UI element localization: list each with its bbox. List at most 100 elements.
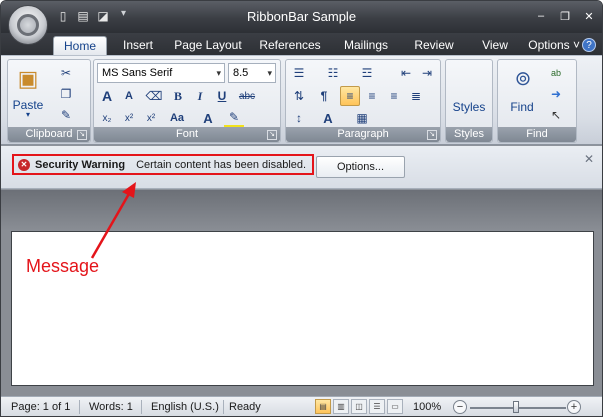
grow-font-button[interactable]: A: [97, 86, 117, 106]
window-title: RibbonBar Sample: [246, 9, 357, 24]
status-state: Ready: [229, 401, 261, 413]
options-menu-label: Options: [528, 38, 570, 52]
paragraph-group-label: Paragraph: [286, 127, 440, 142]
draft-icon[interactable]: ▭: [387, 399, 403, 414]
minimize-button[interactable]: –: [534, 9, 548, 23]
justify-icon[interactable]: ≣: [406, 86, 426, 106]
superscript-button[interactable]: x²: [119, 108, 139, 128]
align-right-icon[interactable]: ≡: [384, 86, 404, 106]
zoom-in-button[interactable]: +: [567, 400, 581, 414]
chevron-down-icon: ▾: [216, 68, 221, 78]
status-language[interactable]: English (U.S.): [151, 401, 219, 413]
font-group: MS Sans Serif ▾ 8.5 ▾ A A ⌫ B I U abc x₂…: [93, 59, 281, 143]
tab-home[interactable]: Home: [53, 36, 107, 55]
subscript-button[interactable]: x₂: [97, 108, 117, 128]
dialog-launcher-icon[interactable]: ↘: [77, 130, 87, 140]
zoom-level[interactable]: 100%: [413, 401, 441, 413]
replace-icon[interactable]: ab: [546, 63, 566, 83]
status-bar: Page: 1 of 1 Words: 1 English (U.S.) Rea…: [1, 396, 602, 416]
full-screen-reading-icon[interactable]: ▥: [333, 399, 349, 414]
tab-view[interactable]: View: [475, 36, 515, 55]
styles-button[interactable]: Styles: [446, 100, 492, 114]
clipboard-group: ▣ Paste ▾ ✂ ❐ ✎ Clipboard ↘: [7, 59, 91, 143]
app-orb-icon: [17, 14, 39, 36]
font-group-label: Font: [94, 127, 280, 142]
shrink-font-button[interactable]: A: [119, 86, 139, 106]
app-window: ▯ ▤ ◪ ▾ RibbonBar Sample – ❐ ✕ Home Inse…: [0, 0, 603, 417]
cut-icon[interactable]: ✂: [56, 63, 76, 83]
security-warning-highlight: ✕ Security Warning Certain content has b…: [12, 154, 314, 175]
status-words[interactable]: Words: 1: [89, 401, 133, 413]
chevron-down-icon: ▾: [267, 68, 272, 78]
view-buttons: ▤ ▥ ◫ ☰ ▭: [315, 399, 403, 414]
bullets-icon[interactable]: ☰: [289, 63, 309, 83]
strikethrough-button[interactable]: abc: [234, 86, 260, 106]
dialog-launcher-icon[interactable]: ↘: [427, 130, 437, 140]
tab-review[interactable]: Review: [409, 36, 459, 55]
zoom-slider-thumb[interactable]: [513, 401, 519, 413]
sort-icon[interactable]: ⇅: [289, 86, 309, 106]
clear-formatting-icon[interactable]: ⌫: [144, 86, 164, 106]
select-cursor-icon[interactable]: ↖: [546, 105, 566, 125]
binoculars-icon[interactable]: ⊚: [508, 64, 538, 92]
status-divider: [223, 400, 224, 414]
tab-insert[interactable]: Insert: [115, 36, 161, 55]
font-size-combo[interactable]: 8.5 ▾: [228, 63, 276, 83]
find-group: ⊚ Find ab ➜ ↖ Find: [497, 59, 577, 143]
superscript-alt-button[interactable]: x²: [141, 108, 161, 128]
tab-mailings[interactable]: Mailings: [337, 36, 395, 55]
align-center-icon[interactable]: ≡: [362, 86, 382, 106]
find-button[interactable]: Find: [502, 100, 542, 114]
highlight-icon[interactable]: ✎: [224, 108, 244, 128]
multilevel-list-icon[interactable]: ☲: [357, 63, 377, 83]
status-divider: [141, 400, 142, 414]
chevron-down-icon: ˅: [572, 38, 580, 52]
document-page[interactable]: [11, 231, 594, 386]
bold-button[interactable]: B: [168, 86, 188, 106]
application-menu-button[interactable]: [8, 5, 48, 45]
shield-warning-icon: ✕: [18, 158, 30, 171]
dialog-launcher-icon[interactable]: ↘: [267, 130, 277, 140]
styles-group: Styles Styles: [445, 59, 493, 143]
font-name-combo[interactable]: MS Sans Serif ▾: [97, 63, 225, 83]
zoom-out-button[interactable]: −: [453, 400, 467, 414]
paste-dropdown-icon[interactable]: ▾: [10, 110, 46, 119]
restore-button[interactable]: ❐: [558, 9, 572, 23]
security-warning-message: Certain content has been disabled.: [136, 158, 307, 171]
status-page[interactable]: Page: 1 of 1: [11, 401, 70, 413]
font-name-value: MS Sans Serif: [102, 67, 173, 79]
copy-icon[interactable]: ❐: [56, 84, 76, 104]
shading-button[interactable]: A: [318, 108, 338, 128]
help-icon[interactable]: ?: [582, 38, 596, 52]
borders-icon[interactable]: ▦: [352, 108, 372, 128]
message-bar: ✕ Security Warning Certain content has b…: [1, 146, 602, 189]
ribbon-tab-row: Home Insert Page Layout References Maili…: [1, 33, 602, 55]
text-effects-button[interactable]: A: [198, 108, 218, 128]
underline-button[interactable]: U: [212, 86, 232, 106]
close-button[interactable]: ✕: [582, 9, 596, 23]
numbering-icon[interactable]: ☷: [323, 63, 343, 83]
find-group-label: Find: [498, 127, 576, 142]
line-spacing-icon[interactable]: ↕: [289, 108, 309, 128]
go-to-icon[interactable]: ➜: [546, 84, 566, 104]
window-controls: – ❐ ✕: [534, 9, 596, 23]
outline-icon[interactable]: ☰: [369, 399, 385, 414]
annotation-label: Message: [26, 256, 100, 276]
decrease-indent-icon[interactable]: ⇤: [396, 63, 416, 83]
increase-indent-icon[interactable]: ⇥: [417, 63, 437, 83]
align-left-icon[interactable]: ≡: [340, 86, 360, 106]
format-painter-icon[interactable]: ✎: [56, 105, 76, 125]
styles-group-label: Styles: [446, 127, 492, 142]
tab-references[interactable]: References: [255, 36, 325, 55]
options-menu[interactable]: Options ˅: [528, 36, 580, 55]
web-layout-icon[interactable]: ◫: [351, 399, 367, 414]
change-case-button[interactable]: Aa: [164, 108, 190, 128]
print-layout-icon[interactable]: ▤: [315, 399, 331, 414]
message-bar-close-icon[interactable]: ✕: [584, 152, 594, 166]
tab-page-layout[interactable]: Page Layout: [171, 36, 245, 55]
show-marks-button[interactable]: ¶: [314, 86, 334, 106]
security-options-button[interactable]: Options...: [316, 156, 405, 178]
paste-icon[interactable]: ▣: [14, 64, 42, 94]
italic-button[interactable]: I: [190, 86, 210, 106]
paragraph-group: ☰ ☷ ☲ ⇤ ⇥ ⇅ ¶ ≡ ≡ ≡ ≣ ↕ A ▦ Paragraph ↘: [285, 59, 441, 143]
